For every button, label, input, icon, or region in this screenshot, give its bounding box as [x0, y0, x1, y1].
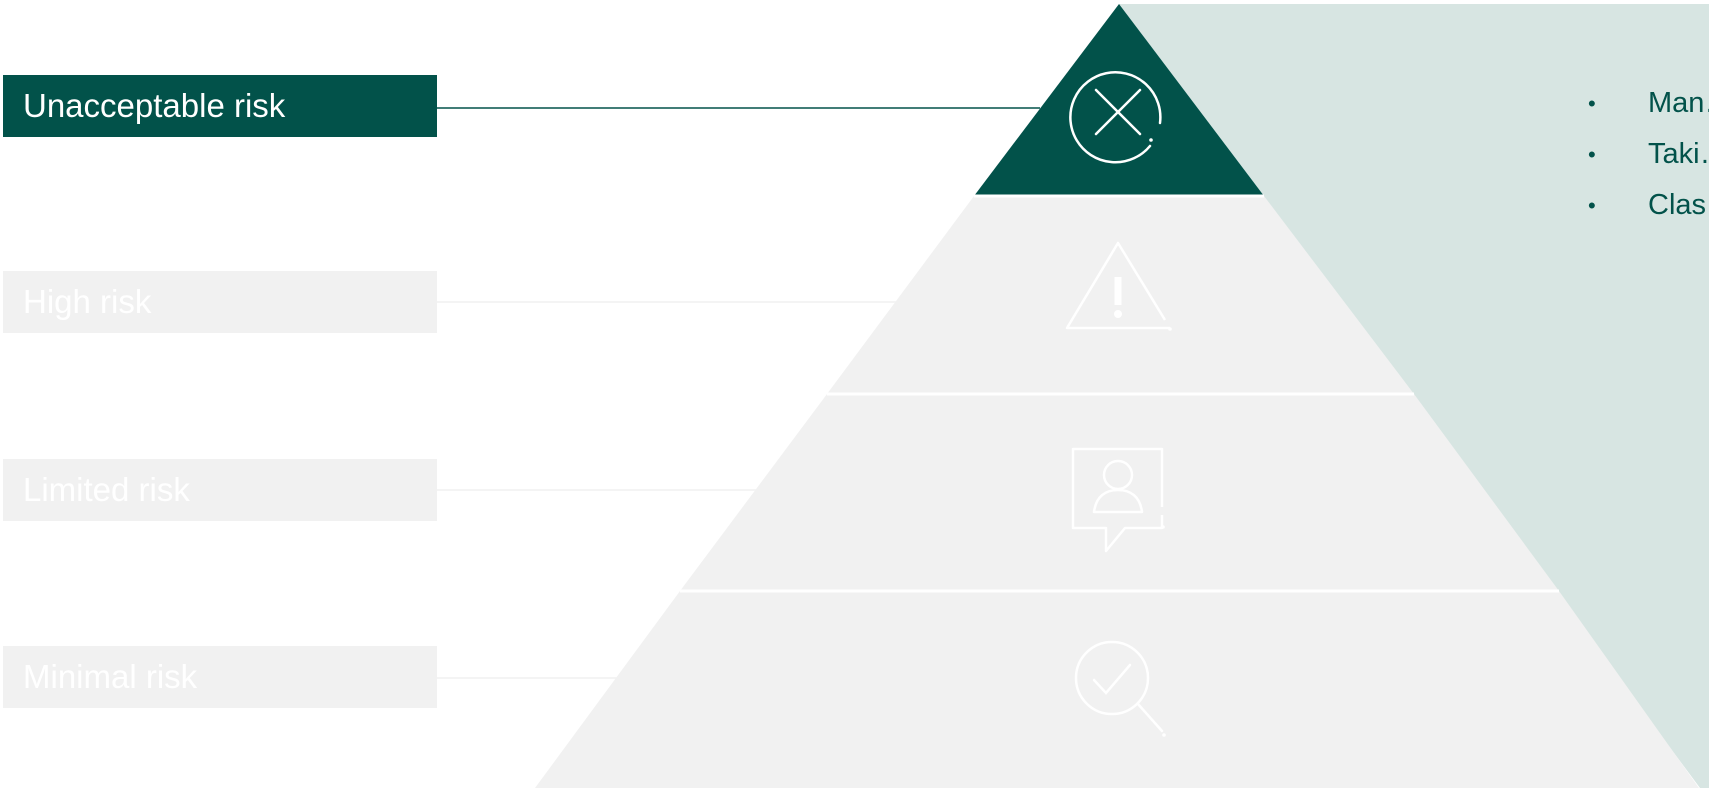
- details-list: Man… phys… Taki… vuln… Clas… pers… scor…: [1580, 86, 1709, 223]
- tier-label-unacceptable[interactable]: Unacceptable risk: [3, 75, 437, 137]
- tier-label-minimal[interactable]: Minimal risk: [3, 646, 437, 708]
- tier-limited-band: [680, 394, 1559, 591]
- unacceptable-risk-details: Man… phys… Taki… vuln… Clas… pers… scor…: [1580, 86, 1709, 416]
- tier-minimal-band: [535, 591, 1699, 788]
- details-item: Clas… pers… scor…: [1580, 188, 1709, 223]
- tier-label-high[interactable]: High risk: [3, 271, 437, 333]
- details-item: Taki… vuln…: [1580, 137, 1709, 172]
- tier-label-limited[interactable]: Limited risk: [3, 459, 437, 521]
- details-item: Man… phys…: [1580, 86, 1709, 121]
